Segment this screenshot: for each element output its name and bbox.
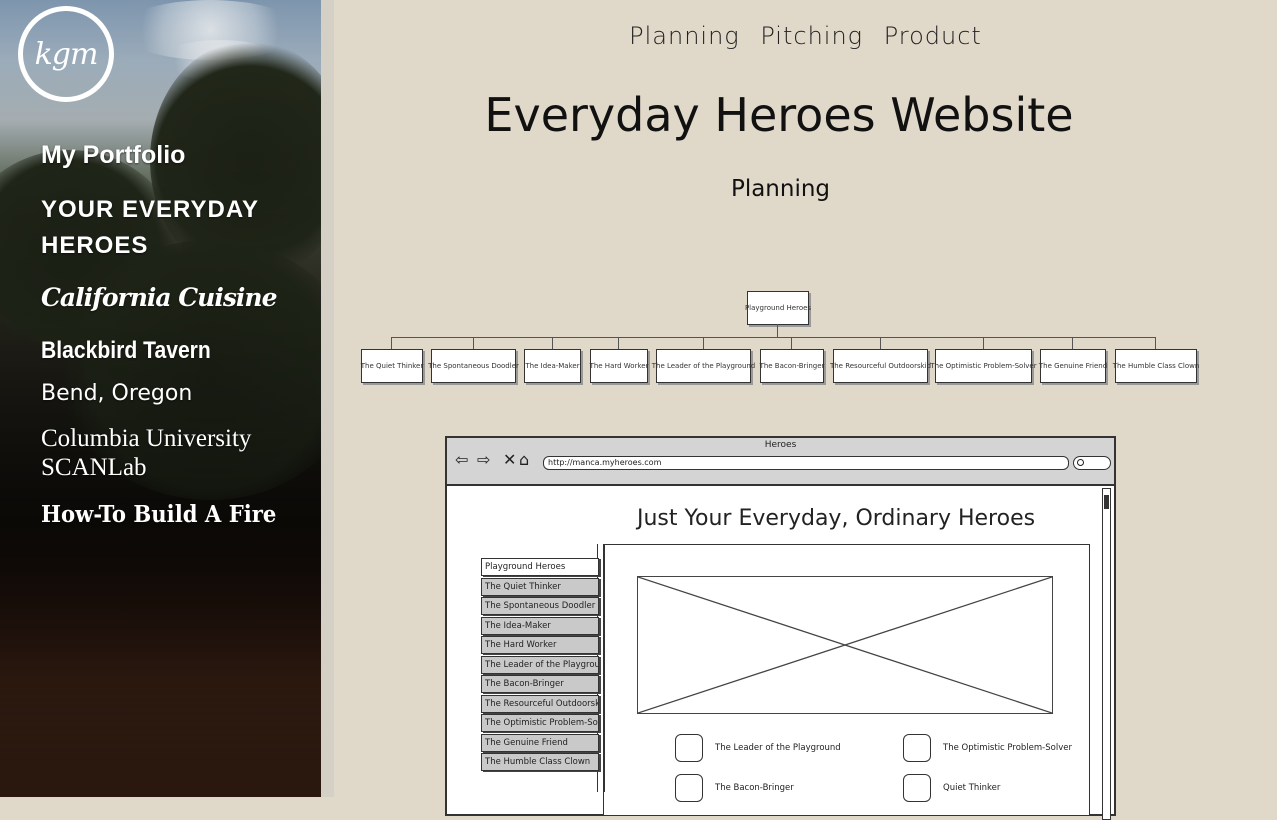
stop-icon: ✕: [503, 450, 517, 469]
wireframe-hero-item: The Optimistic Problem-Solver: [903, 734, 1072, 762]
topnav-pitching[interactable]: Pitching: [760, 22, 863, 50]
sitemap-connector: [791, 337, 792, 349]
sitemap-connector: [473, 337, 474, 349]
wireframe-menu-item: The Idea-Maker: [481, 616, 599, 635]
sitemap-node: The Quiet Thinker: [361, 349, 423, 383]
logo-text: kgm: [34, 36, 99, 72]
sitemap-node: The Hard Worker: [590, 349, 648, 383]
wireframe-window-title: Heroes: [764, 440, 797, 450]
wireframe-menu-item: The Hard Worker: [481, 636, 599, 654]
topnav-product[interactable]: Product: [884, 22, 982, 50]
sitemap-connector: [1072, 337, 1073, 349]
wireframe-menu-item: The Resourceful Outdoorskid: [481, 694, 599, 713]
sitemap-connector: [703, 337, 704, 349]
hero-photo-placeholder: [675, 734, 703, 762]
sitemap-diagram: Playground Heroes The Quiet Thinker The S…: [360, 290, 1200, 390]
nav-my-portfolio[interactable]: My Portfolio: [41, 141, 185, 170]
topnav-planning[interactable]: Planning: [629, 22, 740, 50]
sitemap-connector: [880, 337, 881, 349]
wireframe-mockup: Heroes ⇦ ⇨ ✕ ⌂ http://manca.myheroes.com…: [445, 436, 1116, 820]
wireframe-browser-chrome: Heroes ⇦ ⇨ ✕ ⌂ http://manca.myheroes.com: [447, 438, 1114, 486]
wireframe-menu-item: The Leader of the Playground: [481, 655, 599, 674]
logo[interactable]: kgm: [18, 6, 114, 102]
top-nav: Planning Pitching Product: [334, 22, 1277, 50]
sidebar: kgm My Portfolio YOUR EVERYDAY HEROES Ca…: [0, 0, 321, 797]
wireframe-menu-item: The Quiet Thinker: [481, 577, 599, 596]
wireframe-menu-item: The Spontaneous Doodler: [481, 597, 599, 615]
nav-how-to-build-a-fire[interactable]: How-To Build A Fire: [41, 501, 276, 528]
wireframe-hero-item: Quiet Thinker: [903, 774, 1000, 802]
hero-photo-placeholder: [675, 774, 703, 802]
wireframe-heading: Just Your Everyday, Ordinary Heroes: [637, 506, 1036, 531]
sitemap-node: The Leader of the Playground: [652, 349, 755, 383]
forward-arrow-icon: ⇨: [477, 450, 491, 469]
sidebar-divider: [321, 0, 334, 797]
wireframe-menu-item: Playground Heroes: [481, 558, 599, 576]
sitemap-node: The Genuine Friend: [1039, 349, 1107, 383]
sitemap-connector: [777, 324, 778, 337]
nav-california-cuisine[interactable]: California Cuisine: [41, 283, 277, 312]
sitemap-connector: [391, 337, 1155, 338]
nav-blackbird-tavern[interactable]: Blackbird Tavern: [41, 337, 211, 365]
home-icon: ⌂: [519, 450, 530, 469]
wireframe-search-icon: [1073, 456, 1111, 470]
nav-your-everyday-heroes[interactable]: YOUR EVERYDAY HEROES: [41, 192, 301, 264]
wireframe-hero-item: The Bacon-Bringer: [675, 774, 794, 802]
wireframe-image-placeholder: [637, 576, 1053, 714]
nav-columbia-scanlab[interactable]: Columbia University SCANLab: [41, 424, 301, 482]
sitemap-connector: [618, 337, 619, 349]
sitemap-node: The Optimistic Problem-Solver: [930, 349, 1037, 383]
wireframe-menu-item: The Optimistic Problem-Solver: [481, 714, 599, 732]
wireframe-menu-item: The Genuine Friend: [481, 733, 599, 752]
back-arrow-icon: ⇦: [455, 450, 469, 469]
hero-photo-placeholder: [903, 734, 931, 762]
nav-bend-oregon[interactable]: Bend, Oregon: [41, 381, 192, 406]
sitemap-connector: [983, 337, 984, 349]
sitemap-node: The Resourceful Outdoorskid: [830, 349, 931, 383]
wireframe-menu-item: The Humble Class Clown: [481, 753, 599, 771]
sitemap-node: The Bacon-Bringer: [760, 349, 824, 383]
wireframe-menu: Playground Heroes The Quiet Thinker The Sp…: [481, 558, 599, 773]
wireframe-url-bar: http://manca.myheroes.com: [543, 456, 1069, 470]
section-title: Planning: [730, 176, 831, 202]
wireframe-scrollbar: [1102, 488, 1111, 820]
hero-photo-placeholder: [903, 774, 931, 802]
sitemap-node: The Humble Class Clown: [1113, 349, 1199, 383]
sitemap-connector: [1155, 337, 1156, 349]
sitemap-node: The Spontaneous Doodler: [428, 349, 519, 383]
page-title: Everyday Heroes Website: [484, 88, 1074, 142]
sitemap-root: Playground Heroes: [745, 291, 811, 325]
sitemap-node: The Idea-Maker: [524, 349, 581, 383]
sitemap-connector: [391, 337, 392, 349]
wireframe-hero-item: The Leader of the Playground: [675, 734, 841, 762]
sitemap-connector: [552, 337, 553, 349]
wireframe-scroll-thumb: [1104, 495, 1109, 509]
wireframe-menu-item: The Bacon-Bringer: [481, 675, 599, 693]
